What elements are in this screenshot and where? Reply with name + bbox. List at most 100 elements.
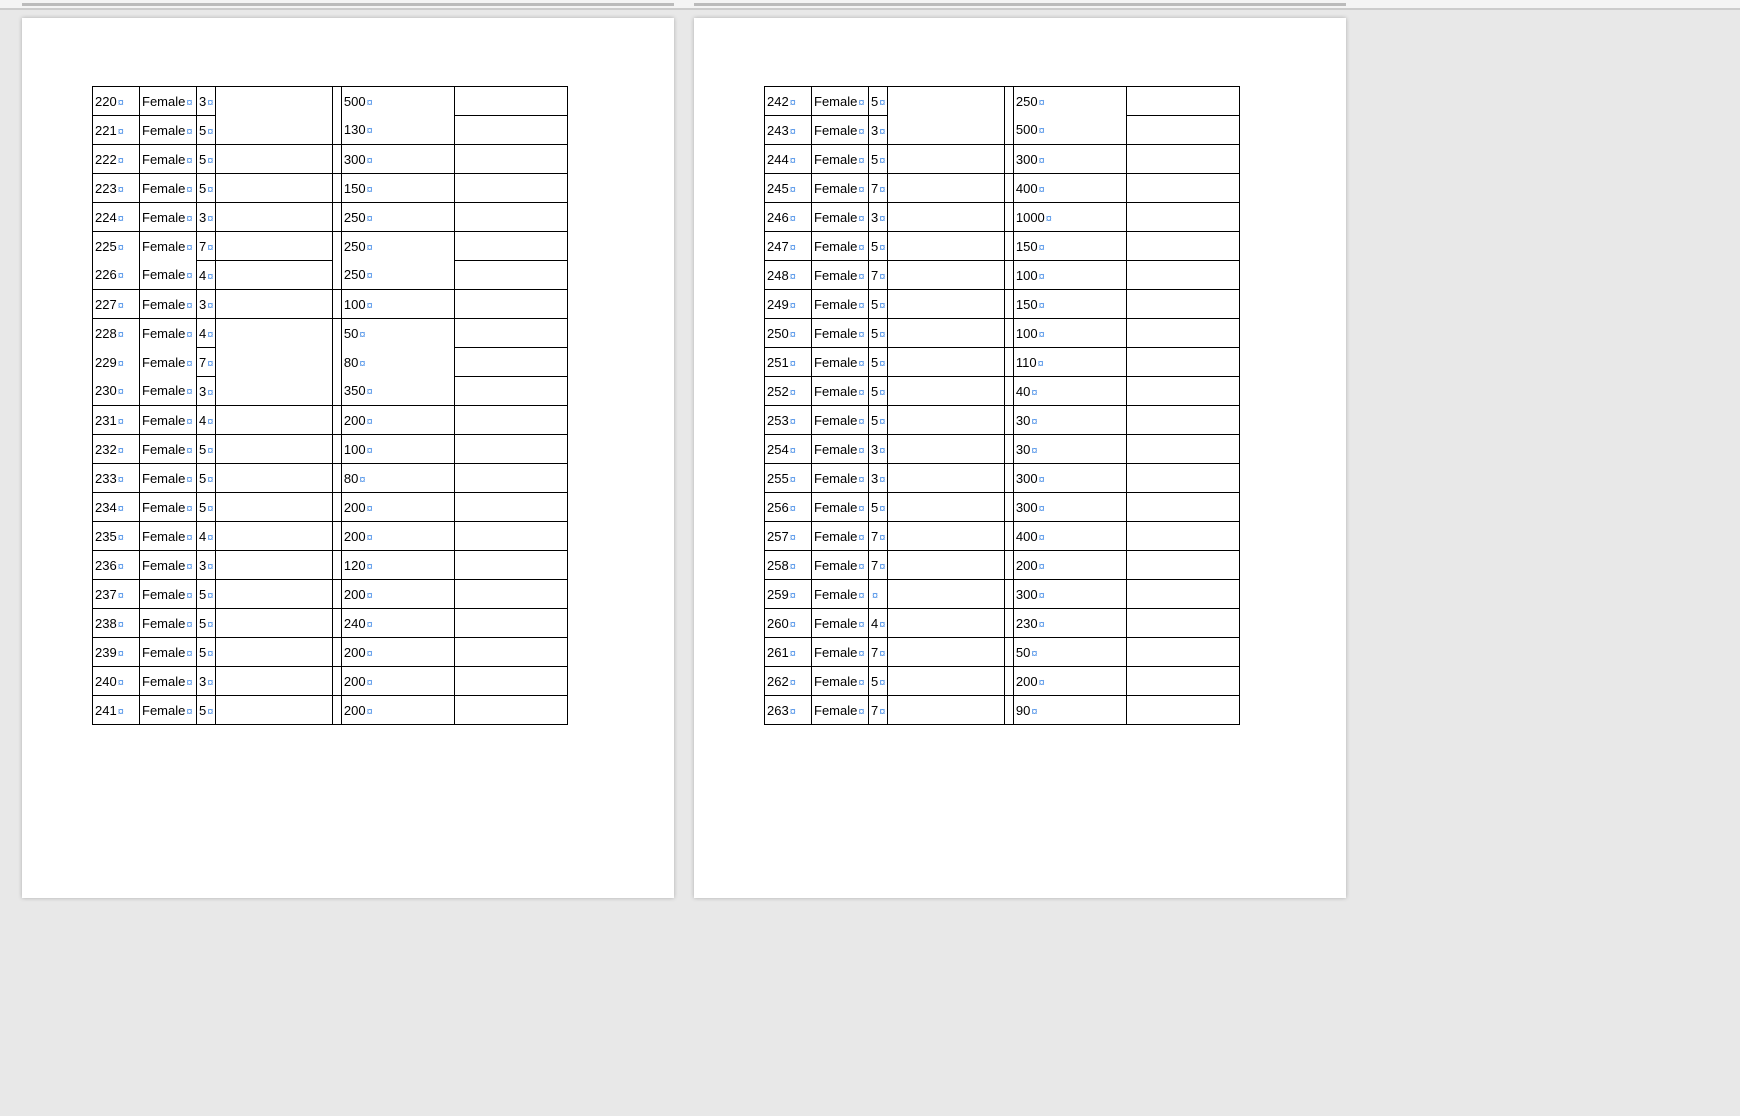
cell-empty-b[interactable] [1004, 290, 1013, 319]
cell-value[interactable]: 1000¤ [1013, 203, 1126, 232]
cell-empty-b[interactable] [1004, 696, 1013, 725]
cell-n[interactable]: 3¤ [197, 87, 216, 116]
cell-value[interactable]: 500¤ [341, 87, 454, 116]
cell-value[interactable]: 50¤ [1013, 638, 1126, 667]
cell-empty-a[interactable] [215, 116, 332, 145]
cell-gender[interactable]: Female¤ [812, 493, 869, 522]
cell-gender[interactable]: Female¤ [812, 551, 869, 580]
cell-value[interactable]: 250¤ [341, 203, 454, 232]
cell-empty-b[interactable] [1004, 174, 1013, 203]
cell-value[interactable]: 350¤ [341, 377, 454, 406]
cell-value[interactable]: 200¤ [341, 580, 454, 609]
cell-gender[interactable]: Female¤ [140, 290, 197, 319]
cell-empty-c[interactable] [1126, 116, 1239, 145]
cell-id[interactable]: 253¤ [765, 406, 812, 435]
cell-empty-b[interactable] [332, 319, 341, 348]
cell-n[interactable]: 7¤ [197, 232, 216, 261]
cell-empty-a[interactable] [887, 174, 1004, 203]
cell-id[interactable]: 245¤ [765, 174, 812, 203]
cell-empty-b[interactable] [1004, 580, 1013, 609]
cell-empty-a[interactable] [215, 493, 332, 522]
cell-n[interactable]: 4¤ [197, 406, 216, 435]
cell-gender[interactable]: Female¤ [140, 87, 197, 116]
cell-empty-a[interactable] [887, 551, 1004, 580]
cell-empty-c[interactable] [1126, 406, 1239, 435]
cell-empty-c[interactable] [1126, 638, 1239, 667]
cell-id[interactable]: 248¤ [765, 261, 812, 290]
cell-gender[interactable]: Female¤ [812, 174, 869, 203]
cell-empty-b[interactable] [1004, 348, 1013, 377]
cell-value[interactable]: 80¤ [341, 464, 454, 493]
cell-empty-c[interactable] [454, 174, 567, 203]
cell-empty-c[interactable] [1126, 580, 1239, 609]
cell-value[interactable]: 230¤ [1013, 609, 1126, 638]
cell-value[interactable]: 300¤ [1013, 580, 1126, 609]
cell-n[interactable]: 5¤ [869, 290, 888, 319]
cell-value[interactable]: 250¤ [341, 261, 454, 290]
cell-id[interactable]: 226¤ [93, 261, 140, 290]
cell-n[interactable]: 5¤ [869, 87, 888, 116]
cell-n[interactable]: 3¤ [197, 290, 216, 319]
cell-empty-c[interactable] [454, 87, 567, 116]
cell-value[interactable]: 200¤ [341, 638, 454, 667]
cell-gender[interactable]: Female¤ [812, 116, 869, 145]
cell-empty-c[interactable] [1126, 348, 1239, 377]
cell-empty-a[interactable] [215, 319, 332, 348]
cell-n[interactable]: 3¤ [197, 667, 216, 696]
cell-empty-b[interactable] [1004, 406, 1013, 435]
cell-empty-c[interactable] [1126, 174, 1239, 203]
cell-empty-b[interactable] [332, 464, 341, 493]
cell-n[interactable]: 3¤ [197, 551, 216, 580]
cell-empty-a[interactable] [215, 435, 332, 464]
cell-empty-a[interactable] [887, 580, 1004, 609]
cell-value[interactable]: 30¤ [1013, 435, 1126, 464]
cell-empty-a[interactable] [215, 580, 332, 609]
cell-id[interactable]: 227¤ [93, 290, 140, 319]
cell-empty-a[interactable] [215, 667, 332, 696]
cell-empty-b[interactable] [1004, 464, 1013, 493]
cell-empty-c[interactable] [1126, 696, 1239, 725]
cell-gender[interactable]: Female¤ [812, 232, 869, 261]
cell-empty-c[interactable] [454, 232, 567, 261]
cell-n[interactable]: 5¤ [869, 348, 888, 377]
cell-id[interactable]: 254¤ [765, 435, 812, 464]
cell-empty-c[interactable] [454, 638, 567, 667]
cell-value[interactable]: 200¤ [341, 406, 454, 435]
cell-empty-a[interactable] [215, 87, 332, 116]
data-table-right[interactable]: 242¤Female¤5¤250¤243¤Female¤3¤500¤244¤Fe… [764, 86, 1240, 725]
cell-gender[interactable]: Female¤ [140, 116, 197, 145]
cell-empty-b[interactable] [332, 174, 341, 203]
cell-id[interactable]: 229¤ [93, 348, 140, 377]
cell-gender[interactable]: Female¤ [140, 348, 197, 377]
cell-id[interactable]: 256¤ [765, 493, 812, 522]
cell-empty-c[interactable] [454, 522, 567, 551]
cell-value[interactable]: 30¤ [1013, 406, 1126, 435]
cell-value[interactable]: 300¤ [341, 145, 454, 174]
cell-empty-c[interactable] [454, 493, 567, 522]
cell-n[interactable]: 4¤ [197, 522, 216, 551]
cell-n[interactable]: ¤ [869, 580, 888, 609]
cell-empty-a[interactable] [887, 348, 1004, 377]
cell-empty-a[interactable] [887, 406, 1004, 435]
cell-value[interactable]: 100¤ [1013, 319, 1126, 348]
cell-empty-b[interactable] [1004, 638, 1013, 667]
cell-empty-a[interactable] [215, 145, 332, 174]
cell-empty-a[interactable] [215, 551, 332, 580]
cell-empty-a[interactable] [887, 435, 1004, 464]
cell-empty-a[interactable] [215, 232, 332, 261]
cell-value[interactable]: 200¤ [341, 522, 454, 551]
cell-id[interactable]: 258¤ [765, 551, 812, 580]
cell-n[interactable]: 7¤ [869, 522, 888, 551]
cell-value[interactable]: 300¤ [1013, 493, 1126, 522]
cell-gender[interactable]: Female¤ [140, 667, 197, 696]
cell-empty-a[interactable] [887, 290, 1004, 319]
cell-empty-a[interactable] [887, 203, 1004, 232]
cell-id[interactable]: 251¤ [765, 348, 812, 377]
cell-empty-b[interactable] [332, 348, 341, 377]
cell-id[interactable]: 259¤ [765, 580, 812, 609]
cell-value[interactable]: 400¤ [1013, 174, 1126, 203]
cell-id[interactable]: 235¤ [93, 522, 140, 551]
cell-id[interactable]: 250¤ [765, 319, 812, 348]
cell-empty-c[interactable] [454, 551, 567, 580]
cell-n[interactable]: 3¤ [869, 116, 888, 145]
